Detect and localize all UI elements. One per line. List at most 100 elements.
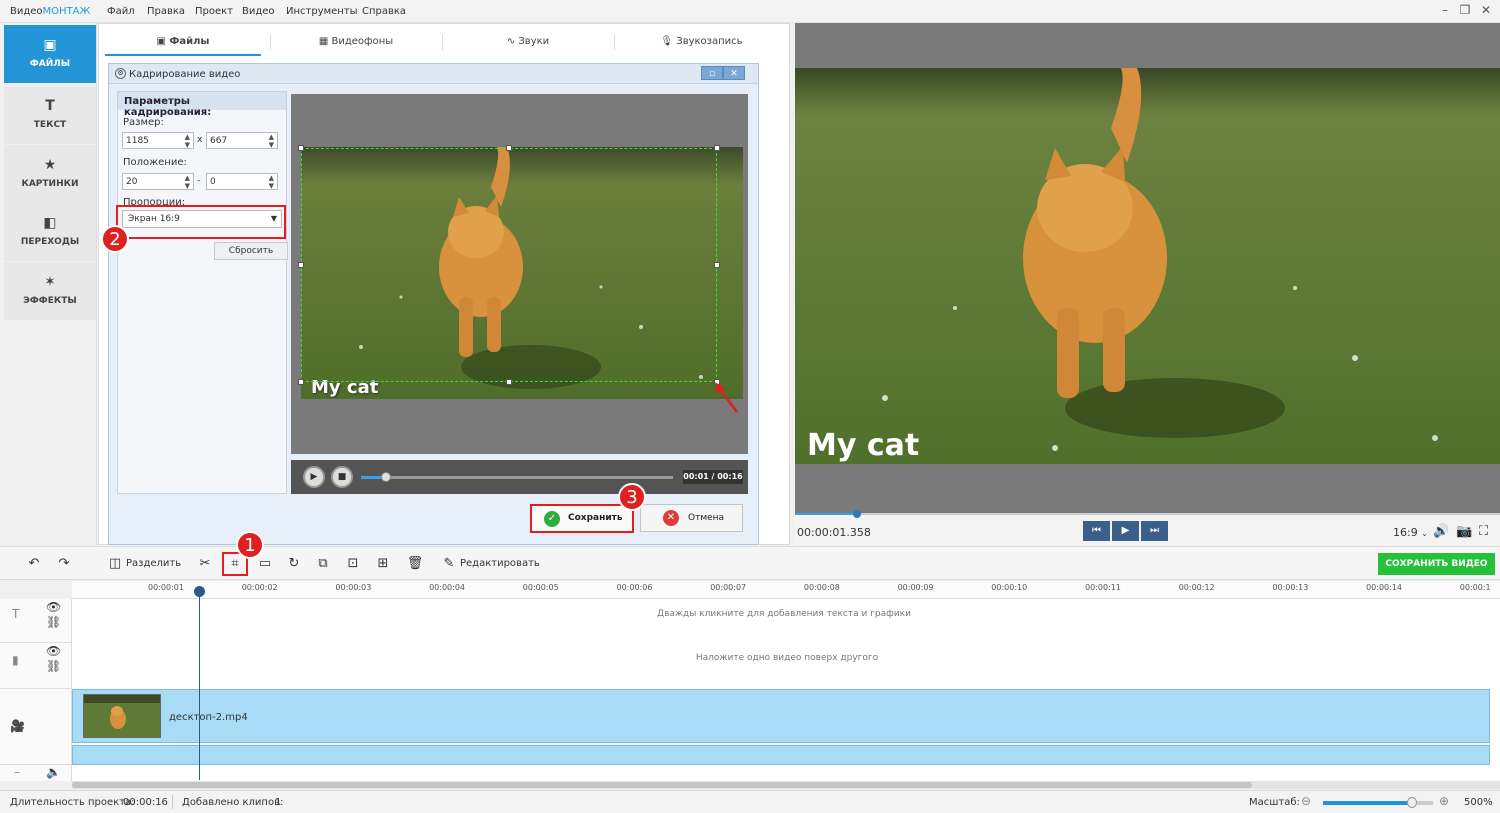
audio-clip[interactable]	[72, 745, 1490, 765]
timeline-toolbar: ↶ ↷ ◫ Разделить ✂ ⌗ ▭ ↻ ⧉ ⊡ ⊞ 🗑 ✎ Редакт…	[0, 546, 1500, 580]
status-divider	[172, 795, 173, 809]
spinner-arrows-icon[interactable]: ▲ ▼	[185, 174, 190, 190]
fullscreen-icon[interactable]: ⛶	[1479, 524, 1488, 539]
preview-progress-knob[interactable]	[853, 510, 862, 518]
close-icon[interactable]: ✕	[723, 66, 745, 80]
crop-frame[interactable]	[301, 148, 717, 382]
crop-handle[interactable]	[506, 379, 512, 385]
width-stepper[interactable]: 1185 ▲ ▼	[122, 132, 194, 149]
zoom-out-icon[interactable]: ⊖	[1301, 794, 1311, 808]
cancel-button[interactable]: ✕ Отмена	[640, 504, 743, 532]
maximize-icon[interactable]: ▫	[701, 66, 723, 80]
scrollbar-thumb[interactable]	[72, 782, 1252, 788]
insert-icon[interactable]: ⊞	[374, 556, 392, 571]
menu-file[interactable]: Файл	[107, 6, 135, 17]
spinner-arrows-icon[interactable]: ▲ ▼	[185, 133, 190, 149]
ruler-tick-label: 00:00:11	[1085, 583, 1121, 592]
magic-wand-icon: ✶	[44, 274, 56, 290]
skip-forward-icon[interactable]: ⏭	[1141, 521, 1168, 541]
zoom-in-icon[interactable]: ⊕	[1439, 794, 1449, 808]
pos-x-stepper[interactable]: 20 ▲ ▼	[122, 173, 194, 190]
playhead[interactable]	[199, 590, 200, 780]
trash-icon[interactable]: 🗑	[406, 556, 424, 571]
eye-icon[interactable]: 👁	[46, 600, 61, 614]
sidebar-item-effects[interactable]: ✶ ЭФФЕКТЫ	[4, 262, 96, 320]
dialog-time: 00:01 / 00:16	[683, 470, 743, 484]
timeline-ruler[interactable]: 00:00:01 00:00:02 00:00:03 00:00:04 00:00:05…	[72, 581, 1500, 599]
dialog-title-bar[interactable]: ⚙ Кадрирование видео ▫ ✕	[109, 64, 758, 84]
play-icon[interactable]: ▶	[1112, 521, 1139, 541]
volume-icon[interactable]: 🔊	[1433, 524, 1449, 539]
pos-y-stepper[interactable]: 0 ▲ ▼	[206, 173, 278, 190]
eye-icon[interactable]: 👁	[46, 644, 61, 658]
stabilize-icon[interactable]: ⊡	[344, 556, 362, 571]
edit-button[interactable]: Редактировать	[460, 558, 540, 569]
overlay-track-hint[interactable]: Наложите одно видео поверх другого	[287, 653, 1287, 663]
text-track-hint[interactable]: Дважды кликните для добавления текста и …	[284, 609, 1284, 619]
preview-ratio-select[interactable]: 16:9 ⌄	[1393, 526, 1428, 539]
save-button[interactable]: ✓ Сохранить	[530, 504, 634, 533]
minimize-icon[interactable]: –	[1435, 3, 1455, 17]
timeline-scrollbar[interactable]	[72, 781, 1500, 789]
split-button[interactable]: Разделить	[126, 558, 181, 569]
restore-icon[interactable]: ❐	[1455, 3, 1475, 17]
video-clip[interactable]: десктоп-2.mp4	[72, 689, 1490, 743]
spinner-arrows-icon[interactable]: ▲ ▼	[269, 174, 274, 190]
dialog-progress-bar[interactable]	[361, 472, 673, 482]
app-logo: ВидеоМОНТАЖ	[10, 6, 91, 17]
volume-icon[interactable]: 🔈	[46, 765, 61, 779]
rotate-icon[interactable]: ↻	[285, 556, 303, 571]
crop-handle[interactable]	[714, 145, 720, 151]
redo-icon[interactable]: ↷	[55, 556, 73, 571]
crop-canvas[interactable]: My cat	[291, 94, 748, 454]
link-icon[interactable]: ⛓	[46, 659, 61, 673]
spinner-arrows-icon[interactable]: ▲ ▼	[269, 133, 274, 149]
play-icon[interactable]: ▶	[303, 466, 325, 488]
tab-video-backgrounds[interactable]: ▦ Видеофоны	[275, 30, 437, 56]
sidebar-item-pictures[interactable]: ★ КАРТИНКИ	[4, 145, 96, 203]
crop-handle[interactable]	[506, 145, 512, 151]
reset-button[interactable]: Сбросить	[214, 242, 288, 260]
save-video-button[interactable]: СОХРАНИТЬ ВИДЕО	[1378, 553, 1495, 575]
tab-sounds[interactable]: ∿ Звуки	[447, 30, 609, 56]
undo-icon[interactable]: ↶	[25, 556, 43, 571]
skip-back-icon[interactable]: ⏮	[1083, 521, 1110, 541]
video-camera-icon: 🎥	[10, 719, 25, 733]
scissors-icon[interactable]: ✂	[196, 556, 214, 571]
crop-handle[interactable]	[298, 379, 304, 385]
camera-icon[interactable]: 📷	[1456, 524, 1472, 539]
link-icon[interactable]: ⛓	[46, 615, 61, 629]
sidebar-item-transitions[interactable]: ◧ ПЕРЕХОДЫ	[4, 203, 96, 261]
zoom-clip-icon[interactable]: ⧉	[314, 556, 332, 571]
status-bar: Длительность проекта: 00:00:16 Добавлено…	[0, 790, 1500, 813]
close-icon[interactable]: ✕	[1476, 3, 1496, 17]
menu-video[interactable]: Видео	[242, 6, 275, 17]
preview-frame: My cat	[795, 68, 1500, 464]
overlay-track-header: ▮ 👁 ⛓	[0, 643, 72, 689]
preview-progress-bar[interactable]	[795, 510, 1500, 518]
zoom-slider[interactable]	[1323, 797, 1433, 808]
menu-edit[interactable]: Правка	[147, 6, 185, 17]
sidebar-item-text[interactable]: T ТЕКСТ	[4, 86, 96, 144]
crop-handle[interactable]	[298, 262, 304, 268]
collapse-icon[interactable]: –	[14, 765, 20, 779]
frame-icon[interactable]: ▭	[256, 556, 274, 571]
position-label: Положение:	[123, 157, 187, 168]
zoom-knob[interactable]	[1407, 797, 1417, 808]
crop-handle[interactable]	[714, 262, 720, 268]
split-icon[interactable]: ◫	[106, 556, 124, 571]
ruler-tick-label: 00:00:06	[616, 583, 653, 592]
tab-files[interactable]: ▣ Файлы	[105, 30, 261, 56]
menu-help[interactable]: Справка	[362, 6, 406, 17]
menu-tools[interactable]: Инструменты	[286, 6, 358, 17]
tab-recording[interactable]: 🎙 Звукозапись	[619, 30, 784, 56]
sidebar-item-files[interactable]: ▣ ФАЙЛЫ	[4, 25, 96, 83]
height-stepper[interactable]: 667 ▲ ▼	[206, 132, 278, 149]
dialog-progress-knob[interactable]	[380, 472, 391, 482]
playhead-handle[interactable]	[194, 586, 205, 597]
crop-handle[interactable]	[298, 145, 304, 151]
stop-icon[interactable]: ■	[331, 466, 353, 488]
edit-icon[interactable]: ✎	[440, 556, 458, 571]
cat-photo: My cat	[795, 68, 1500, 464]
menu-project[interactable]: Проект	[195, 6, 233, 17]
